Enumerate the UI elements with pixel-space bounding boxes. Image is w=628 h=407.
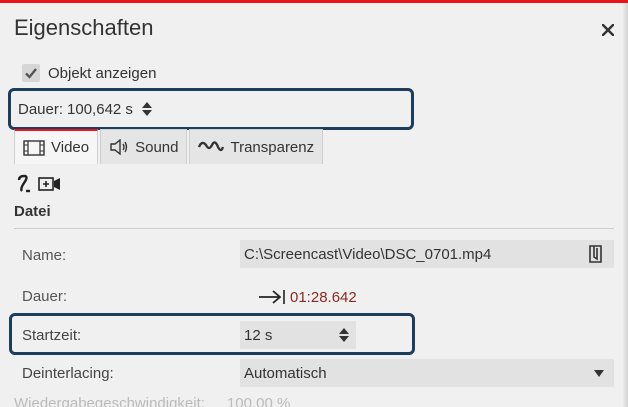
spinner-arrows-icon[interactable] [141, 100, 153, 118]
curve-icon[interactable] [16, 174, 34, 194]
dauer-row: 01:28.642 [258, 287, 357, 307]
show-object-label: Objekt anzeigen [48, 64, 157, 82]
properties-panel: Eigenschaften Objekt anzeigen Dauer: 100… [0, 0, 628, 407]
deinterlacing-select[interactable]: Automatisch [240, 359, 614, 387]
chevron-down-icon [594, 370, 604, 377]
film-icon [23, 139, 45, 156]
tab-video[interactable]: Video [14, 129, 99, 164]
startzeit-label: Startzeit: [22, 327, 82, 344]
deinterlacing-label: Deinterlacing: [22, 365, 114, 382]
duration-value[interactable]: 100,642 s [67, 101, 133, 118]
tab-sound-label: Sound [135, 138, 179, 156]
jump-to-end-icon[interactable] [258, 289, 286, 305]
startzeit-input[interactable]: 12 s [240, 321, 356, 349]
tab-transparenz-label: Transparenz [230, 138, 315, 156]
checkmark-icon [25, 68, 37, 79]
name-label: Name: [22, 247, 67, 264]
add-frame-icon[interactable] [38, 176, 62, 192]
startzeit-value: 12 s [244, 326, 273, 344]
close-icon[interactable] [599, 21, 617, 39]
show-object-row: Objekt anzeigen [22, 61, 156, 85]
section-divider [14, 228, 614, 229]
file-name-field[interactable]: C:\Screencast\Video\DSC_0701.mp4 [240, 240, 614, 268]
speed-label: Wiedergabegeschwindigkeit: [14, 395, 205, 407]
file-name-value: C:\Screencast\Video\DSC_0701.mp4 [244, 245, 492, 263]
speed-value[interactable]: 100,00 % [227, 395, 290, 407]
toolbar-icons [16, 173, 62, 195]
dauer-label: Dauer: [22, 288, 68, 305]
duration-label: Dauer: [18, 100, 64, 118]
tab-sound[interactable]: Sound [100, 129, 188, 164]
duration-row: Dauer: 100,642 s [18, 97, 153, 121]
startzeit-spinner-icon[interactable] [338, 326, 350, 344]
speed-row: Wiedergabegeschwindigkeit: 100,00 % [14, 395, 290, 407]
file-open-icon[interactable] [588, 245, 604, 263]
panel-title: Eigenschaften [14, 15, 154, 40]
tab-video-label: Video [51, 139, 90, 156]
panel-edge-shadow [622, 3, 628, 407]
tab-bar: Video Sound Transparenz [14, 129, 325, 164]
tab-transparenz[interactable]: Transparenz [189, 129, 324, 164]
deinterlacing-value: Automatisch [244, 364, 327, 382]
dauer-value: 01:28.642 [290, 288, 357, 306]
show-object-checkbox[interactable] [22, 64, 40, 82]
transparency-icon [198, 141, 225, 152]
section-datei-title: Datei [14, 203, 51, 220]
speaker-icon [110, 139, 128, 155]
